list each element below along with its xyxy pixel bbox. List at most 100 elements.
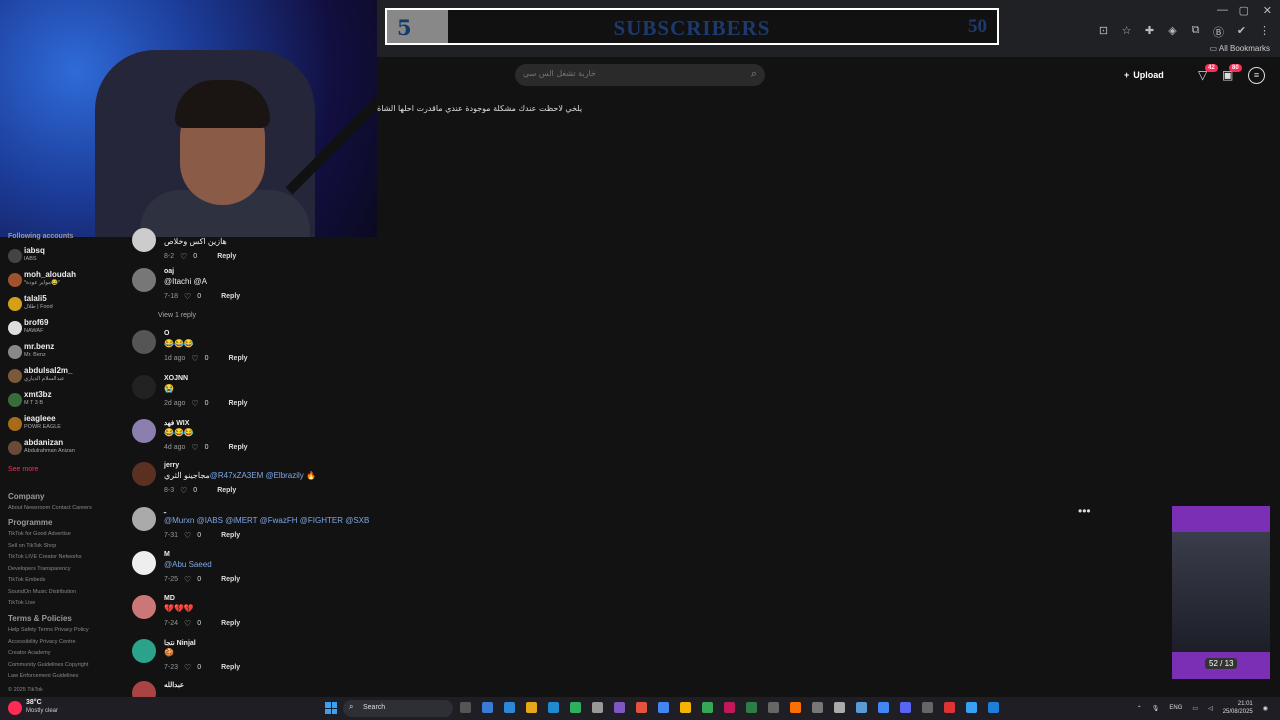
upload-button[interactable]: + Upload bbox=[1124, 66, 1179, 84]
heart-icon[interactable]: ♡ bbox=[184, 531, 191, 540]
sidebar-account[interactable]: ieagleee POWR EAGLE bbox=[8, 414, 120, 438]
footer-programme-link[interactable]: TikTok Embeds bbox=[8, 577, 123, 583]
view-replies-link[interactable]: View 1 reply bbox=[158, 312, 196, 319]
notification-icon[interactable]: ◉ bbox=[1263, 705, 1268, 712]
comment-username[interactable]: jerry bbox=[164, 462, 179, 469]
app-icon[interactable] bbox=[834, 702, 845, 713]
mini-player[interactable]: 52 / 13 bbox=[1172, 506, 1270, 679]
search-icon[interactable]: ⌕ bbox=[751, 68, 757, 81]
sidebar-account[interactable]: brof69 NAWAF bbox=[8, 318, 120, 342]
footer-terms-link[interactable]: Community Guidelines Copyright bbox=[8, 662, 123, 668]
comment-avatar[interactable] bbox=[132, 375, 156, 399]
nvidia-icon[interactable] bbox=[746, 702, 757, 713]
menu-icon[interactable]: ⋮ bbox=[1257, 24, 1272, 40]
app-icon[interactable] bbox=[966, 702, 977, 713]
sidebar-account[interactable]: moh_aloudah *مواير عودة😂* bbox=[8, 270, 120, 294]
comment-mentions[interactable]: @Abu Saeed bbox=[164, 560, 212, 569]
reply-button[interactable]: Reply bbox=[217, 487, 236, 494]
heart-icon[interactable]: ♡ bbox=[191, 399, 198, 408]
extension-icon[interactable]: ✚ bbox=[1142, 24, 1157, 40]
comment-avatar[interactable] bbox=[132, 595, 156, 619]
search-bar[interactable]: ⌕ bbox=[515, 64, 765, 86]
comment-avatar[interactable] bbox=[132, 330, 156, 354]
comment-avatar[interactable] bbox=[132, 419, 156, 443]
comment-mentions[interactable]: @Murxn @IABS @iMERT @FwazFH @FIGHTER @SX… bbox=[164, 516, 369, 525]
heart-icon[interactable]: ♡ bbox=[191, 443, 198, 452]
network-icon[interactable]: ▭ bbox=[1192, 705, 1198, 712]
comment-username[interactable]: فهد WIX bbox=[164, 419, 189, 427]
extensions-puzzle-icon[interactable]: ⧉ bbox=[1188, 24, 1203, 40]
sidebar-account[interactable]: xmt3bz M T 3 B bbox=[8, 390, 120, 414]
spotify-icon[interactable] bbox=[702, 702, 713, 713]
footer-programme-link[interactable]: Sell on TikTok Shop bbox=[8, 543, 123, 549]
comment-username[interactable]: M bbox=[164, 551, 170, 558]
shield-icon[interactable]: ◈ bbox=[1165, 24, 1180, 40]
copilot-icon[interactable] bbox=[504, 702, 515, 713]
app-icon[interactable] bbox=[768, 702, 779, 713]
language-indicator[interactable]: ENG bbox=[1169, 705, 1182, 711]
more-options-icon[interactable]: ••• bbox=[1078, 504, 1091, 518]
app-icon[interactable] bbox=[812, 702, 823, 713]
sidebar-account[interactable]: abdulsal2m_ عبدالسلام الدياري bbox=[8, 366, 120, 390]
people-icon[interactable] bbox=[460, 702, 471, 713]
bookmark-star-icon[interactable]: ☆ bbox=[1119, 24, 1134, 40]
footer-terms-link[interactable]: Creator Academy bbox=[8, 650, 123, 656]
chevron-up-icon[interactable]: ⌃ bbox=[1137, 705, 1142, 712]
weather-temp[interactable]: 38°C bbox=[26, 699, 42, 706]
comment-username[interactable]: ـ bbox=[164, 507, 166, 515]
minimize-icon[interactable]: — bbox=[1217, 4, 1228, 16]
see-more-link[interactable]: See more bbox=[8, 466, 38, 473]
reply-button[interactable]: Reply bbox=[221, 620, 240, 627]
sidebar-account[interactable]: iabsq IABS bbox=[8, 246, 120, 270]
heart-icon[interactable]: ♡ bbox=[184, 575, 191, 584]
footer-terms-link[interactable]: Help Safety Terms Privacy Policy bbox=[8, 627, 123, 633]
weather-icon[interactable] bbox=[8, 701, 22, 715]
firefox-icon[interactable] bbox=[636, 702, 647, 713]
edge-icon[interactable] bbox=[548, 702, 559, 713]
sidebar-account[interactable]: talali5 طلال | Food bbox=[8, 294, 120, 318]
vlc-icon[interactable] bbox=[790, 702, 801, 713]
steam-icon[interactable] bbox=[988, 702, 999, 713]
install-icon[interactable]: ⊡ bbox=[1096, 24, 1111, 40]
heart-icon[interactable]: ♡ bbox=[180, 252, 187, 261]
profile-b-icon[interactable]: Ⓑ bbox=[1211, 24, 1226, 40]
comment-mentions[interactable]: @R47xZA3EM @Elbrazily 🔥 bbox=[210, 471, 316, 480]
reply-button[interactable]: Reply bbox=[221, 532, 240, 539]
footer-terms-link[interactable]: Law Enforcement Guidelines bbox=[8, 673, 123, 679]
chrome-icon[interactable] bbox=[878, 702, 889, 713]
comment-username[interactable]: عبدالله bbox=[164, 681, 184, 689]
comment-avatar[interactable] bbox=[132, 462, 156, 486]
reply-button[interactable]: Reply bbox=[221, 293, 240, 300]
settings-icon[interactable] bbox=[856, 702, 867, 713]
reply-button[interactable]: Reply bbox=[229, 444, 248, 451]
store-icon[interactable] bbox=[570, 702, 581, 713]
windows-start-icon[interactable] bbox=[325, 702, 337, 714]
comment-username[interactable]: XOJNN bbox=[164, 375, 188, 382]
profile-avatar-icon[interactable]: ≡ bbox=[1248, 67, 1265, 84]
heart-icon[interactable]: ♡ bbox=[184, 292, 191, 301]
heart-icon[interactable]: ♡ bbox=[184, 663, 191, 672]
comment-avatar[interactable] bbox=[132, 228, 156, 252]
footer-programme-link[interactable]: TikTok Live bbox=[8, 600, 123, 606]
clock[interactable]: 21:01 25/08/2025 bbox=[1223, 700, 1253, 716]
footer-programme-link[interactable]: SoundOn Music Distribution bbox=[8, 589, 123, 595]
weather-desc[interactable]: Mostly clear bbox=[26, 708, 58, 714]
footer-programme-link[interactable]: TikTok LIVE Creator Networks bbox=[8, 554, 123, 560]
search-input[interactable] bbox=[523, 69, 743, 78]
microphone-icon[interactable]: 🎙 bbox=[1152, 705, 1160, 712]
app-icon[interactable] bbox=[724, 702, 735, 713]
app-icon[interactable] bbox=[922, 702, 933, 713]
footer-company-links[interactable]: About Newsroom Contact Careers bbox=[8, 505, 123, 511]
reply-button[interactable]: Reply bbox=[221, 576, 240, 583]
comment-username[interactable]: نتجا Ninjal bbox=[164, 639, 196, 647]
all-bookmarks-button[interactable]: ▭ All Bookmarks bbox=[1210, 44, 1270, 53]
reply-button[interactable]: Reply bbox=[229, 355, 248, 362]
discord-icon[interactable] bbox=[614, 702, 625, 713]
heart-icon[interactable]: ♡ bbox=[180, 486, 187, 495]
terminal-icon[interactable] bbox=[592, 702, 603, 713]
app-icon[interactable] bbox=[944, 702, 955, 713]
sidebar-account[interactable]: mr.benz Mr. Benz bbox=[8, 342, 120, 366]
taskbar-search[interactable]: ⌕ Search bbox=[343, 700, 453, 717]
comment-username[interactable]: O bbox=[164, 330, 169, 337]
heart-icon[interactable]: ♡ bbox=[191, 354, 198, 363]
